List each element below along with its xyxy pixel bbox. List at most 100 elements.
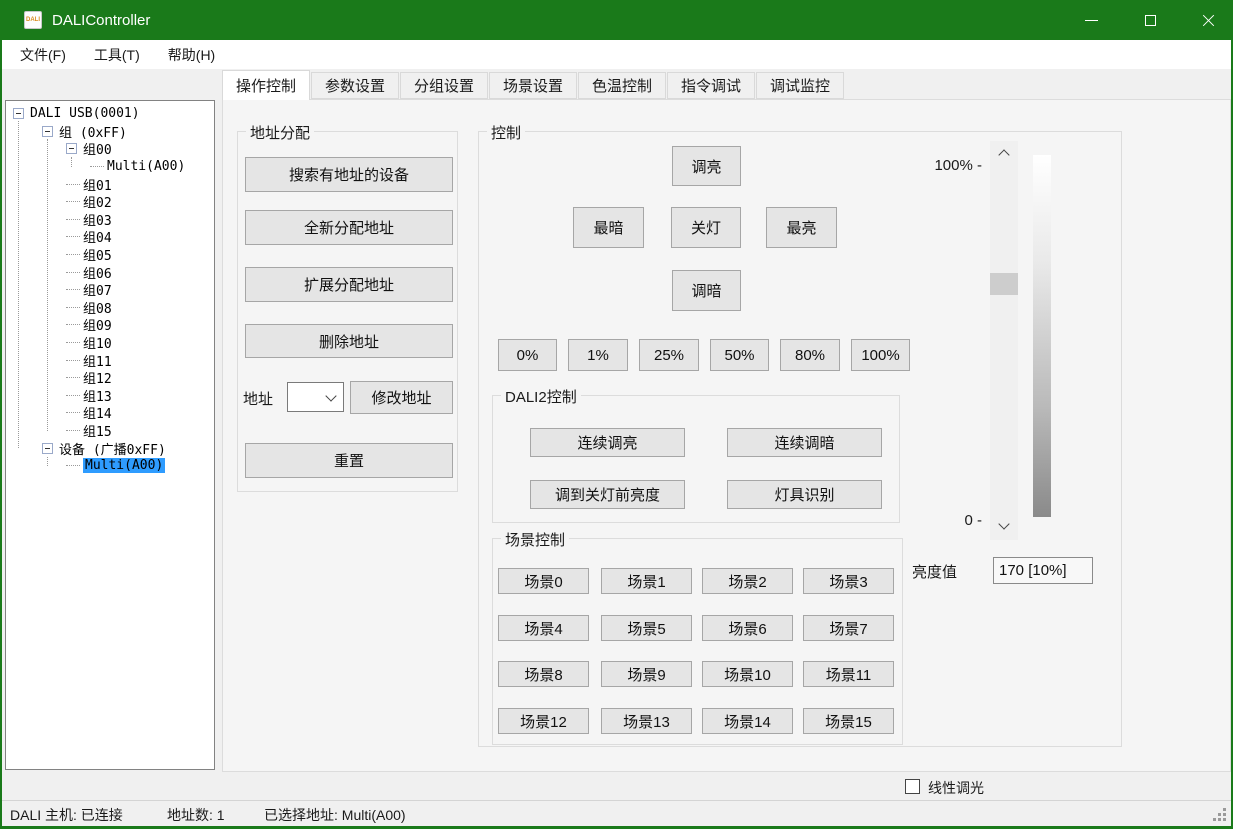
tree-item-group06[interactable]: 组06 [6,263,214,281]
dim-up-button[interactable]: 调亮 [672,146,741,186]
scene-15-button[interactable]: 场景15 [803,708,894,734]
tree-item-group08[interactable]: 组08 [6,299,214,317]
dim-down-button[interactable]: 调暗 [672,270,741,311]
scene-9-button[interactable]: 场景9 [601,661,692,687]
light-off-button[interactable]: 关灯 [671,207,741,248]
darkest-button[interactable]: 最暗 [573,207,644,248]
tree-item-group00[interactable]: 组00 [6,140,214,158]
brightness-value-label: 亮度值 [912,561,957,582]
scene-1-button[interactable]: 场景1 [601,568,692,594]
continuous-dim-down-button[interactable]: 连续调暗 [727,428,882,457]
tree-connector [66,236,80,237]
tree-expander-icon[interactable] [42,443,53,454]
dali2-control-title: DALI2控制 [501,386,581,407]
tree-item-group04[interactable]: 组04 [6,228,214,246]
tree-item-group13[interactable]: 组13 [6,387,214,405]
tree-connector [66,184,80,185]
recall-last-level-button[interactable]: 调到关灯前亮度 [530,480,685,509]
menu-tools[interactable]: 工具(T) [80,40,154,69]
tab-scene-settings[interactable]: 场景设置 [489,72,577,99]
assign-new-address-button[interactable]: 全新分配地址 [245,210,453,245]
tab-operation-control[interactable]: 操作控制 [222,70,310,100]
title-bar: DALI DALIController [0,0,1233,40]
scroll-up-icon[interactable] [998,149,1009,160]
percent-100-button[interactable]: 100% [851,339,910,371]
tree-connector [66,430,80,431]
tab-group-settings[interactable]: 分组设置 [400,72,488,99]
tree-item-label: 组01 [83,175,112,194]
tree-item-group05[interactable]: 组05 [6,246,214,264]
window-border-left [0,40,2,826]
extend-assign-address-button[interactable]: 扩展分配地址 [245,267,453,302]
scene-2-button[interactable]: 场景2 [702,568,793,594]
tree-item-group10[interactable]: 组10 [6,334,214,352]
tree-expander-icon[interactable] [13,108,24,119]
tree-expander-icon[interactable] [42,126,53,137]
percent-50-button[interactable]: 50% [710,339,769,371]
scroll-down-icon[interactable] [998,518,1009,529]
tree-item-root[interactable]: DALI USB(0001) [6,105,214,123]
scene-7-button[interactable]: 场景7 [803,615,894,641]
linear-dimming-checkbox[interactable] [905,779,920,794]
menu-file[interactable]: 文件(F) [6,40,80,69]
scene-14-button[interactable]: 场景14 [702,708,793,734]
brightest-button[interactable]: 最亮 [766,207,837,248]
tab-parameter-settings[interactable]: 参数设置 [311,72,399,99]
brightness-scrollbar[interactable] [990,141,1018,540]
tree-item-group01[interactable]: 组01 [6,175,214,193]
scene-4-button[interactable]: 场景4 [498,615,589,641]
close-button[interactable] [1185,0,1231,40]
tree-item-group11[interactable]: 组11 [6,351,214,369]
delete-address-button[interactable]: 删除地址 [245,324,453,358]
percent-0-button[interactable]: 0% [498,339,557,371]
minimize-button[interactable] [1068,0,1114,40]
maximize-button[interactable] [1127,0,1173,40]
tab-command-debug[interactable]: 指令调试 [667,72,755,99]
percent-1-button[interactable]: 1% [568,339,628,371]
search-addressed-devices-button[interactable]: 搜索有地址的设备 [245,157,453,192]
minimize-icon [1085,20,1098,21]
scene-10-button[interactable]: 场景10 [702,661,793,687]
scene-11-button[interactable]: 场景11 [803,661,894,687]
brightness-value-field[interactable]: 170 [10%] [993,557,1093,584]
luminaire-identify-button[interactable]: 灯具识别 [727,480,882,509]
percent-80-button[interactable]: 80% [780,339,840,371]
scene-12-button[interactable]: 场景12 [498,708,589,734]
tree-item-multi-a00[interactable]: Multi(A00) [6,158,214,176]
tree-item-groups[interactable]: 组 (0xFF) [6,123,214,141]
tree-connector [66,201,80,202]
scene-6-button[interactable]: 场景6 [702,615,793,641]
tree-item-label: 组12 [83,368,112,387]
tree-item-group03[interactable]: 组03 [6,211,214,229]
percent-25-button[interactable]: 25% [639,339,699,371]
tree-expander-icon[interactable] [66,143,77,154]
continuous-dim-up-button[interactable]: 连续调亮 [530,428,685,457]
tree-item-group14[interactable]: 组14 [6,404,214,422]
modify-address-button[interactable]: 修改地址 [350,381,453,414]
tree-item-label: 组08 [83,298,112,317]
tree-item-group09[interactable]: 组09 [6,316,214,334]
address-combobox[interactable] [287,382,344,412]
tree-connector [66,272,80,273]
scene-13-button[interactable]: 场景13 [601,708,692,734]
scene-3-button[interactable]: 场景3 [803,568,894,594]
tree-item-multi-a00-selected[interactable]: Multi(A00) [6,457,214,475]
tab-color-temp-control[interactable]: 色温控制 [578,72,666,99]
tree-item-label: 设备 (广播0xFF) [59,439,166,458]
control-group-title: 控制 [487,122,525,143]
device-tree: DALI USB(0001) 组 (0xFF) 组00 Multi(A00) 组… [5,100,215,770]
menu-help[interactable]: 帮助(H) [154,40,229,69]
tab-debug-monitor[interactable]: 调试监控 [756,72,844,99]
resize-grip-icon[interactable] [1223,818,1226,821]
scene-8-button[interactable]: 场景8 [498,661,589,687]
tree-item-devices[interactable]: 设备 (广播0xFF) [6,439,214,457]
tree-item-group02[interactable]: 组02 [6,193,214,211]
tree-item-group07[interactable]: 组07 [6,281,214,299]
tree-item-group12[interactable]: 组12 [6,369,214,387]
scrollbar-thumb[interactable] [990,273,1018,295]
tree-item-group15[interactable]: 组15 [6,422,214,440]
reset-button[interactable]: 重置 [245,443,453,478]
tree-item-label: 组07 [83,280,112,299]
scene-5-button[interactable]: 场景5 [601,615,692,641]
scene-0-button[interactable]: 场景0 [498,568,589,594]
